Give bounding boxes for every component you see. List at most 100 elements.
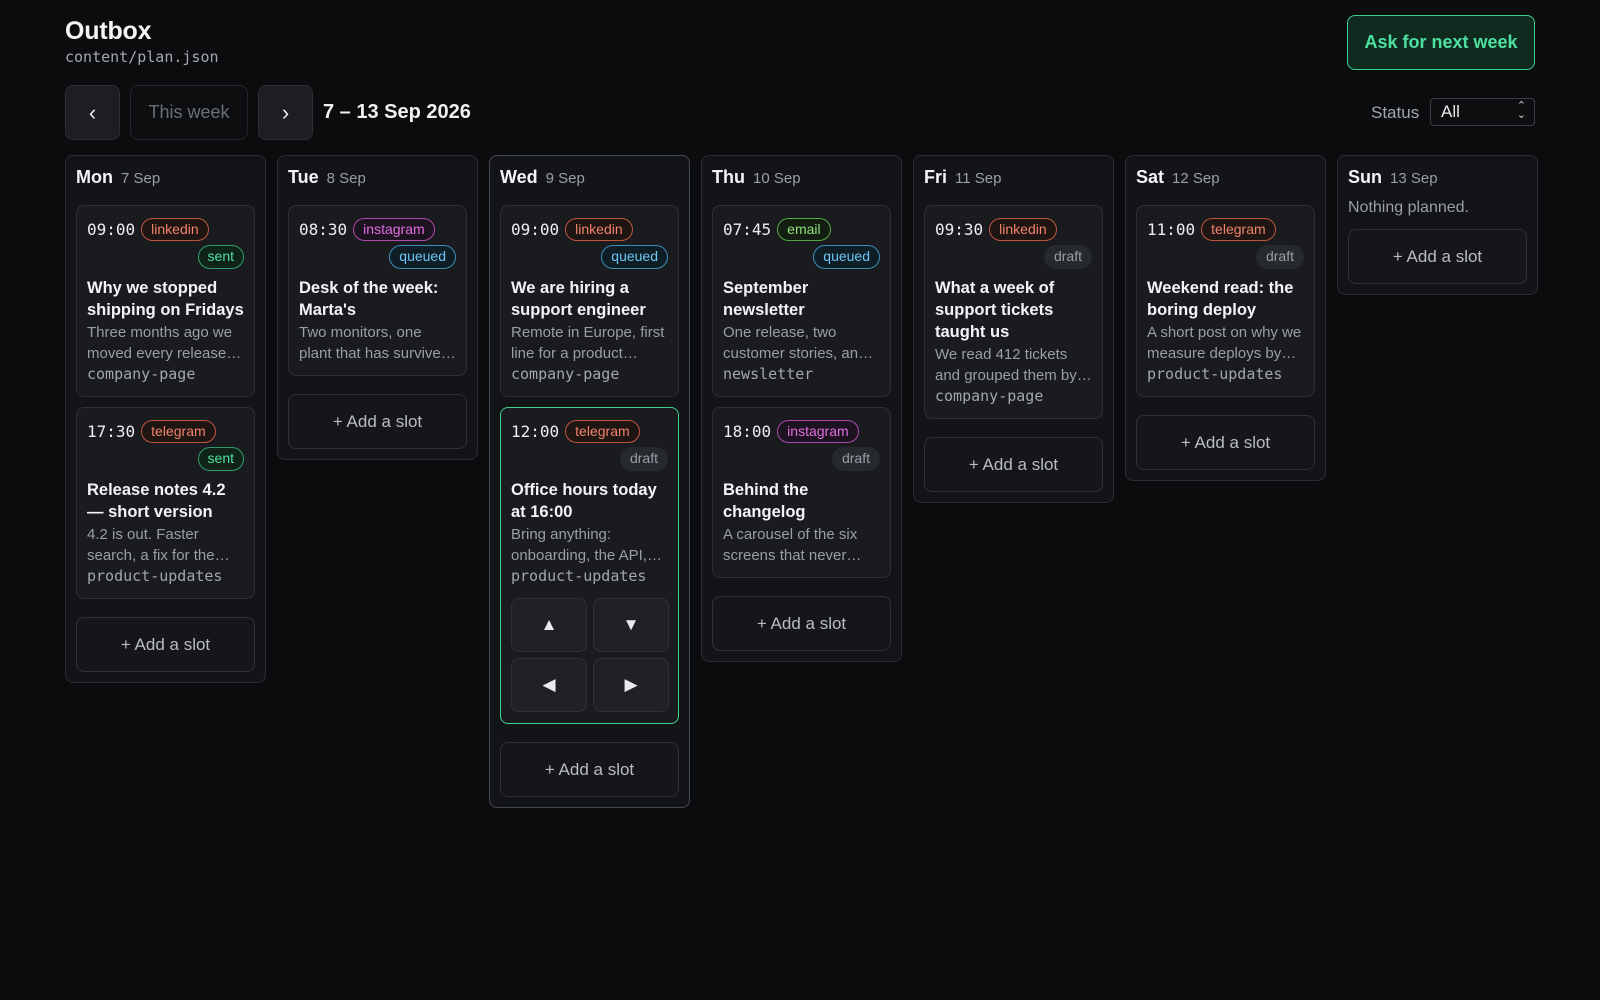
post-title: Office hours today at 16:00 [511, 481, 657, 521]
post-card[interactable]: 18:00 instagram draft Behind the changelog A… [712, 407, 891, 578]
move-right-button[interactable]: ▶ [593, 658, 669, 712]
post-time: 17:30 [87, 421, 136, 441]
day-name: Sat [1136, 167, 1165, 187]
day-name: Thu [712, 167, 745, 187]
post-card[interactable]: 08:30 instagram queued Desk of the week: Ma… [288, 205, 467, 376]
post-excerpt: Two monitors, one plant that has survive… [299, 324, 450, 362]
date-range: 7 – 13 Sep 2026 [323, 101, 471, 123]
post-card[interactable]: 07:45 email queued September newsletter One … [712, 205, 891, 397]
add-slot-button[interactable]: + Add a slot [712, 596, 891, 651]
chevron-right-icon: › [281, 99, 290, 125]
day-date: 13 Sep [1390, 170, 1438, 187]
move-up-button[interactable]: ▲ [511, 598, 587, 652]
add-slot-button[interactable]: + Add a slot [1136, 415, 1315, 470]
channel-badge: instagram [777, 419, 859, 443]
post-meta: 17:30 telegram [87, 419, 244, 443]
channel-badge: instagram [353, 217, 435, 241]
post-meta: 18:00 instagram [723, 419, 880, 443]
status-row: sent [87, 447, 244, 471]
day-date: 7 Sep [120, 170, 161, 187]
add-slot-button[interactable]: + Add a slot [500, 742, 679, 797]
post-title: Desk of the week: Marta's [299, 279, 439, 319]
post-time: 12:00 [511, 421, 560, 441]
add-slot-button[interactable]: + Add a slot [1348, 229, 1527, 284]
post-excerpt: 4.2 is out. Faster search, a fix for the… [87, 526, 215, 564]
day-column-mon: Mon 7 Sep 09:00 linkedin sent Why we stopped … [65, 155, 266, 683]
post-title: Weekend read: the boring deploy [1147, 279, 1294, 319]
select-chevrons-icon: ⌃ ⌄ [1516, 100, 1526, 121]
channel-badge: telegram [141, 419, 216, 443]
post-excerpt: Remote in Europe, first line for a produ… [511, 324, 665, 362]
status-badge: queued [813, 245, 880, 269]
day-column-fri: Fri 11 Sep 09:30 linkedin draft What a week o… [913, 155, 1114, 503]
add-slot-button[interactable]: + Add a slot [924, 437, 1103, 492]
status-row: queued [299, 245, 456, 269]
post-card[interactable]: 11:00 telegram draft Weekend read: the bori… [1136, 205, 1315, 397]
status-row: sent [87, 245, 244, 269]
post-time: 09:30 [935, 219, 984, 239]
add-slot-button[interactable]: + Add a slot [288, 394, 467, 449]
channel-badge: telegram [565, 419, 640, 443]
status-badge: draft [831, 447, 880, 471]
channel-badge: email [777, 217, 831, 241]
add-slot-button[interactable]: + Add a slot [76, 617, 255, 672]
status-row: draft [511, 447, 668, 471]
post-card[interactable]: 17:30 telegram sent Release notes 4.2 — sho… [76, 407, 255, 599]
empty-day-text: Nothing planned. [1348, 199, 1469, 216]
post-meta: 12:00 telegram [511, 419, 668, 443]
status-badge: queued [389, 245, 456, 269]
post-title: Release notes 4.2 — short version [87, 481, 226, 521]
post-card[interactable]: 09:00 linkedin queued We are hiring a suppo… [500, 205, 679, 397]
post-card[interactable]: 12:00 telegram draft Office hours today at … [500, 407, 679, 724]
status-filter-label: Status [1371, 103, 1420, 122]
file-path: content/plan.json [65, 48, 219, 66]
post-target: company-page [935, 387, 1044, 405]
post-target: company-page [87, 365, 196, 383]
status-badge: draft [619, 447, 668, 471]
day-header: Sun 13 Sep [1348, 167, 1527, 189]
day-name: Tue [288, 167, 319, 187]
post-title: What a week of support tickets taught us [935, 279, 1055, 341]
post-time: 07:45 [723, 219, 772, 239]
post-target: company-page [511, 365, 620, 383]
post-target: product-updates [87, 567, 223, 585]
post-excerpt: We read 412 tickets and grouped them by … [935, 346, 1077, 384]
status-row: draft [723, 447, 880, 471]
arrow-up-icon: ▲ [540, 615, 558, 634]
post-meta: 09:30 linkedin [935, 217, 1092, 241]
post-time: 18:00 [723, 421, 772, 441]
channel-badge: linkedin [141, 217, 209, 241]
day-column-wed: Wed 9 Sep 09:00 linkedin queued We are hiring… [489, 155, 690, 808]
day-name: Mon [76, 167, 113, 187]
ask-next-week-button[interactable]: Ask for next week [1347, 15, 1535, 70]
next-week-button[interactable]: › [258, 85, 313, 140]
status-row: draft [935, 245, 1092, 269]
day-column-tue: Tue 8 Sep 08:30 instagram queued Desk of the … [277, 155, 478, 460]
status-badge: draft [1255, 245, 1304, 269]
channel-badge: linkedin [565, 217, 633, 241]
post-meta: 11:00 telegram [1147, 217, 1304, 241]
day-header: Wed 9 Sep [500, 167, 679, 189]
move-down-button[interactable]: ▼ [593, 598, 669, 652]
move-left-button[interactable]: ◀ [511, 658, 587, 712]
day-header: Fri 11 Sep [924, 167, 1103, 189]
status-row: queued [511, 245, 668, 269]
post-card[interactable]: 09:30 linkedin draft What a week of support… [924, 205, 1103, 419]
post-excerpt: A carousel of the six screens that never… [723, 526, 858, 564]
status-filter-select[interactable]: All ⌃ ⌄ [1430, 98, 1535, 126]
day-date: 9 Sep [545, 170, 585, 187]
post-card[interactable]: 09:00 linkedin sent Why we stopped shipping… [76, 205, 255, 397]
post-target: product-updates [1147, 365, 1283, 383]
this-week-button[interactable]: This week [130, 85, 248, 140]
prev-week-button[interactable]: ‹ [65, 85, 120, 140]
status-filter-value: All [1441, 102, 1460, 121]
post-target: newsletter [723, 365, 814, 383]
post-meta: 09:00 linkedin [511, 217, 668, 241]
chevron-left-icon: ‹ [88, 99, 97, 125]
post-excerpt: One release, two customer stories, and a… [723, 324, 879, 362]
app-title: Outbox [65, 17, 152, 45]
day-date: 12 Sep [1172, 170, 1220, 187]
post-excerpt: Three months ago we moved every release … [87, 324, 233, 362]
day-column-sun: Sun 13 Sep Nothing planned. + Add a slot [1337, 155, 1538, 295]
arrow-right-icon: ▶ [624, 675, 638, 694]
